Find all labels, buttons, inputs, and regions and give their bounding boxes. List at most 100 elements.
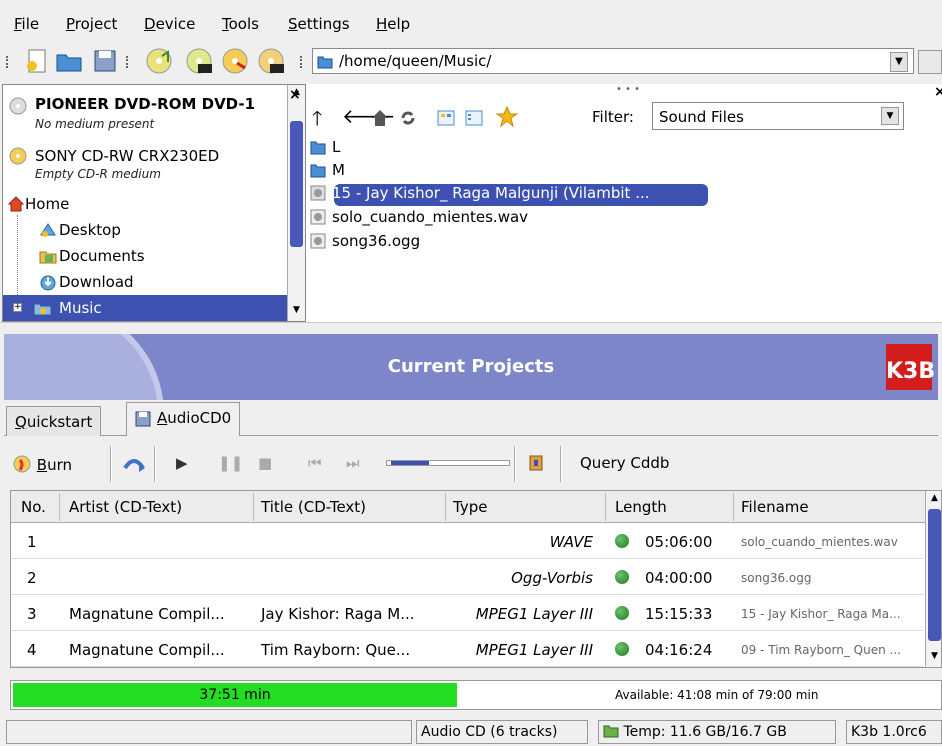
burn-icon [13, 455, 31, 473]
scroll-up-arrow-icon[interactable]: ▲ [928, 493, 941, 507]
tree-expand-icon[interactable]: + [13, 303, 22, 312]
file-item-folder-m[interactable]: M [310, 161, 345, 183]
previous-icon[interactable]: ⏮ [308, 454, 322, 472]
horizontal-splitter[interactable] [0, 322, 942, 330]
seek-slider[interactable] [386, 460, 510, 466]
tab-quickstart[interactable]: Quickstart [6, 406, 102, 436]
file-item-jay-kishor[interactable]: 15 - Jay Kishor_ Raga Malgunji (Vilambit… [310, 184, 650, 206]
tree-folder-documents[interactable]: Documents [59, 247, 145, 265]
column-divider[interactable] [253, 493, 254, 521]
close-file-pane-icon[interactable]: × [934, 84, 942, 100]
column-divider[interactable] [59, 493, 60, 521]
tree-folder-desktop[interactable]: Desktop [59, 221, 121, 239]
scroll-down-arrow-icon[interactable]: ▼ [290, 305, 303, 319]
stop-icon[interactable]: ■ [258, 454, 272, 472]
toolbar-grip[interactable] [6, 56, 9, 68]
icon-view-icon[interactable] [436, 108, 456, 128]
file-item-song36[interactable]: song36.ogg [310, 232, 420, 254]
column-header-length[interactable]: Length [615, 498, 667, 516]
burn-button[interactable]: Burn [12, 454, 72, 474]
close-pane-icon[interactable]: × [289, 87, 301, 103]
track-number: 4 [27, 641, 37, 659]
k3b-logo: K3B [886, 344, 935, 390]
track-artist: Magnatune Compil... [69, 641, 225, 659]
track-table[interactable]: No. Artist (CD-Text) Title (CD-Text) Typ… [10, 490, 942, 668]
menu-settings[interactable]: Settings [288, 15, 350, 33]
up-arrow-icon[interactable]: 🡑 [312, 104, 322, 138]
tab-quickstart-mnemonic: Q [15, 413, 27, 431]
statusbar: Audio CD (6 tracks) Temp: 11.6 GB/16.7 G… [0, 716, 942, 746]
table-row[interactable]: 1 WAVE 05:06:00 solo_cuando_mientes.wav [11, 523, 923, 559]
save-icon[interactable] [90, 46, 120, 76]
device-folder-tree[interactable]: PIONEER DVD-ROM DVD-1 No medium present … [2, 84, 306, 322]
audio-file-icon [310, 209, 326, 225]
location-dropdown-button[interactable]: ▼ [890, 52, 908, 72]
go-button[interactable] [918, 50, 942, 74]
column-header-filename[interactable]: Filename [741, 498, 809, 516]
open-folder-icon[interactable] [54, 46, 84, 76]
toolbar-separator [514, 446, 516, 482]
column-header-artist[interactable]: Artist (CD-Text) [69, 498, 182, 516]
music-folder-icon [33, 303, 52, 316]
project-toolbar: Burn ▶ ❚❚ ■ ⏮ ⏭ Query Cddb [4, 440, 938, 486]
download-folder-icon [40, 275, 56, 291]
table-row[interactable]: 2 Ogg-Vorbis 04:00:00 song36.ogg [11, 559, 923, 595]
home-nav-icon[interactable] [370, 108, 390, 128]
pane-grip[interactable]: • • • [616, 84, 640, 95]
pause-icon[interactable]: ❚❚ [218, 454, 243, 472]
location-combobox[interactable]: /home/queen/Music/ [312, 48, 914, 74]
audio-file-icon [310, 185, 326, 201]
menu-device[interactable]: Device [144, 15, 195, 33]
bookmark-star-icon[interactable] [496, 106, 518, 128]
copy-cd-icon[interactable] [220, 46, 250, 76]
audio-cd-icon[interactable] [144, 46, 174, 76]
query-cddb-button[interactable]: Query Cddb [580, 454, 669, 472]
properties-arrow-icon[interactable] [122, 454, 146, 474]
burn-label: urn [47, 456, 72, 474]
tree-scrollbar-thumb[interactable] [290, 121, 303, 247]
status-version: K3b 1.0rc6 [846, 720, 942, 744]
table-scrollbar-thumb[interactable] [928, 509, 941, 641]
tree-folder-music[interactable]: Music [59, 299, 102, 317]
table-row[interactable]: 3 Magnatune Compil... Jay Kishor: Raga M… [11, 595, 923, 631]
tree-device-sony[interactable]: SONY CD-RW CRX230ED [35, 147, 219, 165]
status-temp-info: Temp: 11.6 GB/16.7 GB [598, 720, 836, 744]
column-divider[interactable] [445, 493, 446, 521]
reload-icon[interactable] [398, 108, 418, 128]
filter-dropdown-icon[interactable]: ▼ [881, 107, 899, 125]
play-icon[interactable]: ▶ [176, 454, 188, 472]
menu-project[interactable]: Project [66, 15, 117, 33]
filter-combobox[interactable]: Sound Files ▼ [652, 102, 904, 130]
track-artist: Magnatune Compil... [69, 605, 225, 623]
cddb-lookup-icon[interactable] [526, 452, 548, 474]
tree-scrollbar[interactable]: ▲ ▼ [287, 85, 305, 321]
copy-dvd-icon[interactable] [256, 46, 286, 76]
next-icon[interactable]: ⏭ [346, 454, 360, 472]
tab-audiocd0[interactable]: AudioCD0 [126, 402, 241, 436]
column-divider[interactable] [733, 493, 734, 521]
menu-file[interactable]: File [14, 15, 39, 33]
tree-folder-download[interactable]: Download [59, 273, 134, 291]
track-type: WAVE [549, 533, 593, 551]
table-row[interactable]: 4 Magnatune Compil... Tim Rayborn: Que..… [11, 631, 923, 667]
menu-help[interactable]: Help [376, 15, 410, 33]
menu-tools[interactable]: Tools [222, 15, 259, 33]
file-item-folder-l[interactable]: L [310, 138, 340, 160]
column-header-type[interactable]: Type [453, 498, 487, 516]
column-header-title[interactable]: Title (CD-Text) [261, 498, 366, 516]
projects-header: Current Projects K3B [4, 334, 938, 400]
scroll-down-arrow-icon[interactable]: ▼ [928, 651, 941, 665]
cd-size-bar: 37:51 min Available: 41:08 min of 79:00 … [10, 680, 942, 710]
menu-settings-mnemonic: S [288, 15, 298, 33]
tree-device-pioneer[interactable]: PIONEER DVD-ROM DVD-1 [35, 95, 255, 113]
table-scrollbar[interactable]: ▲ ▼ [925, 491, 941, 667]
home-icon [7, 196, 25, 212]
column-divider[interactable] [605, 493, 606, 521]
tree-device-sony-status: Empty CD-R medium [35, 167, 161, 181]
tree-home[interactable]: Home [25, 195, 69, 213]
new-project-icon[interactable] [22, 46, 52, 76]
file-item-solo-cuando[interactable]: solo_cuando_mientes.wav [310, 208, 528, 230]
column-header-no[interactable]: No. [21, 498, 46, 516]
detail-view-icon[interactable] [464, 108, 484, 128]
dvd-icon[interactable] [184, 46, 214, 76]
